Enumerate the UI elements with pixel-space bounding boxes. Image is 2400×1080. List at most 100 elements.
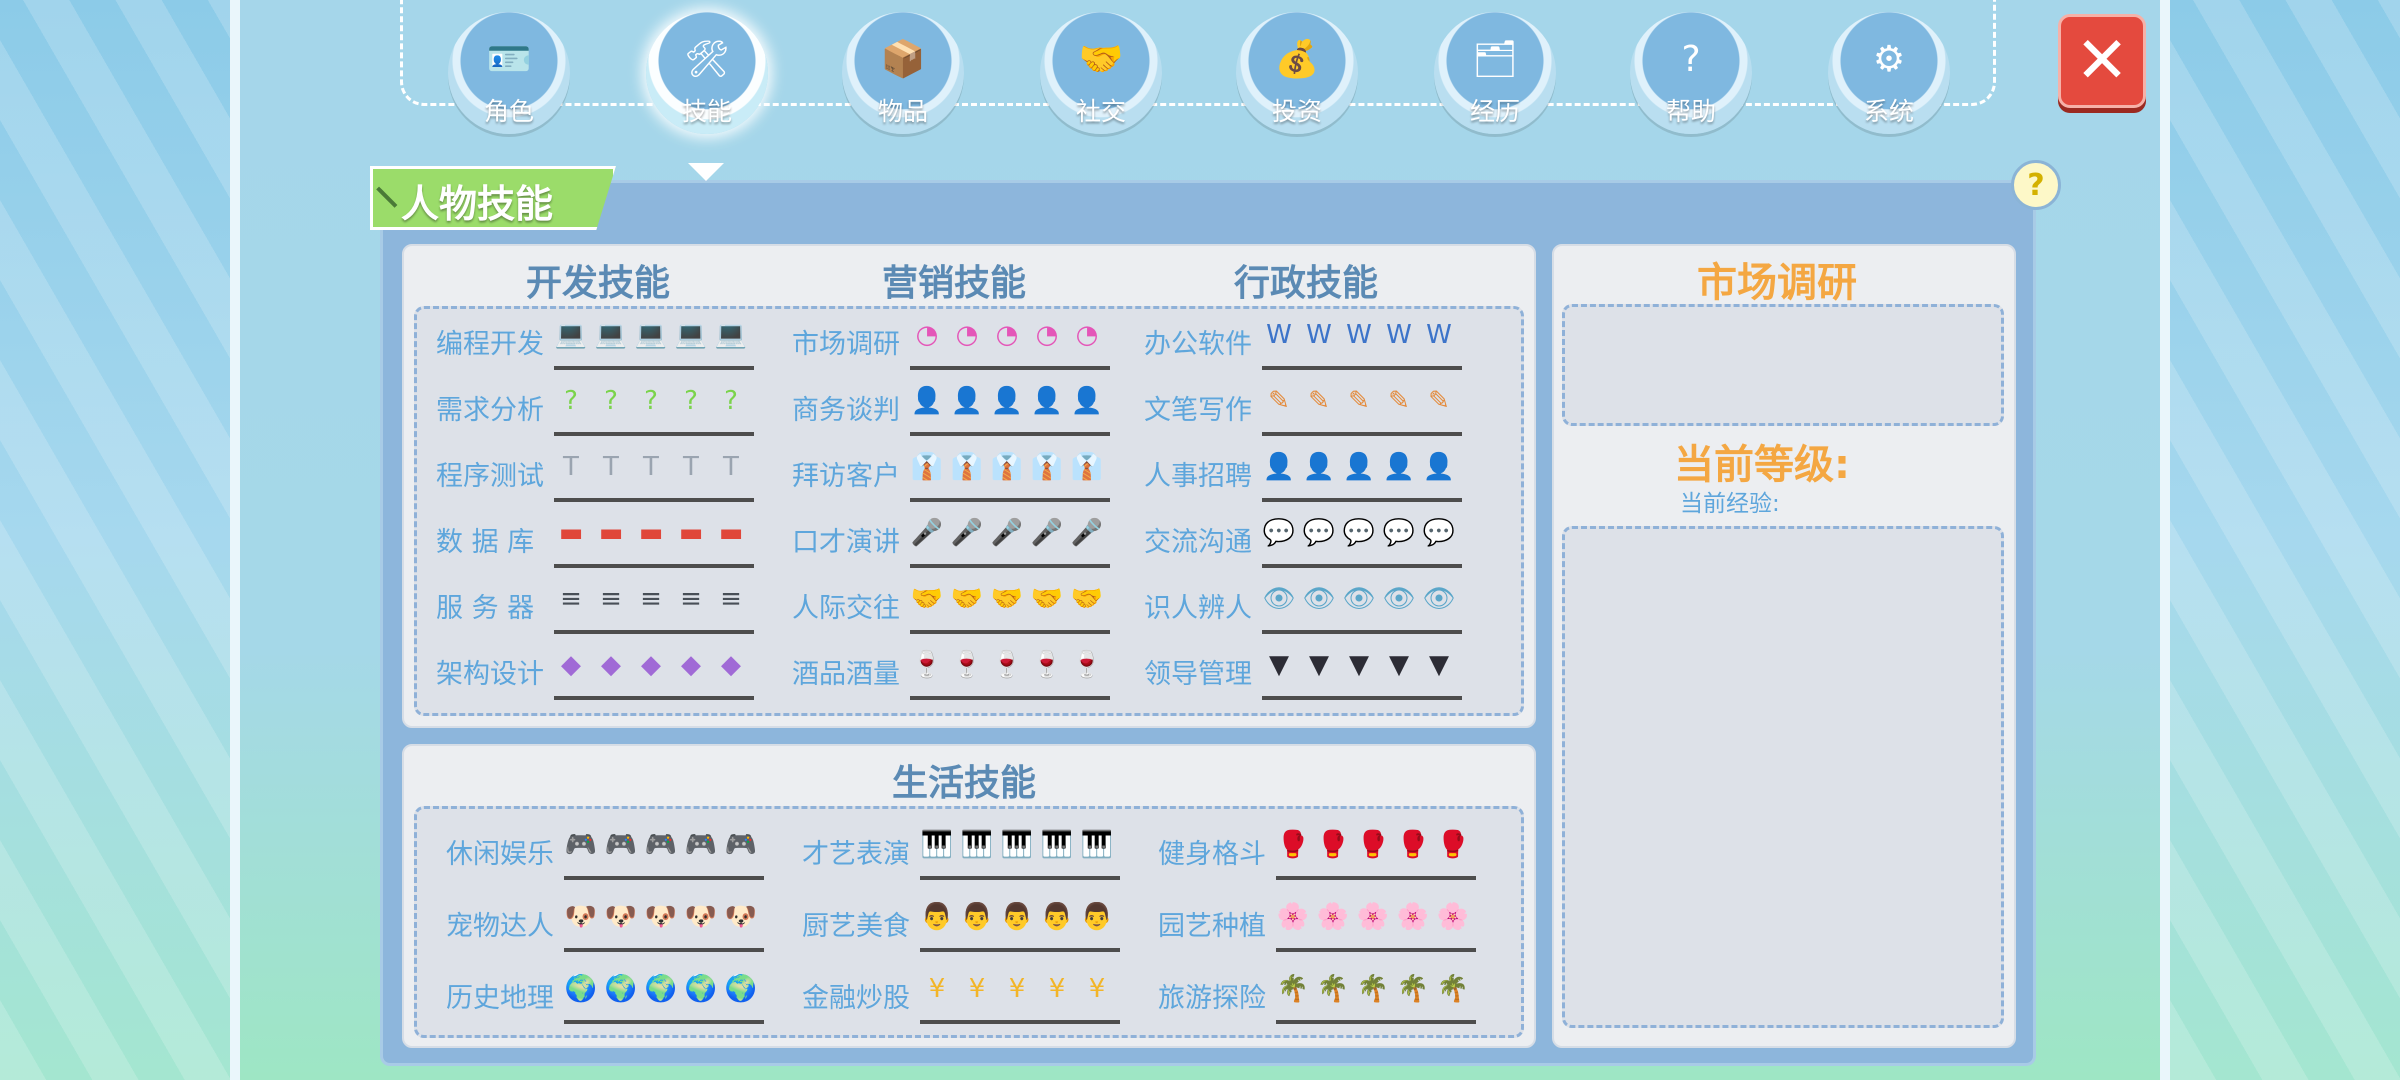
flower-pot-icon: 🌸 xyxy=(1436,902,1470,932)
globe-book-icon: 🌍 xyxy=(604,974,638,1004)
skill-row[interactable]: 园艺种植 🌸 🌸 🌸 🌸 🌸 xyxy=(1158,894,1486,952)
skill-row[interactable]: 口才演讲 🎤 🎤 🎤 🎤 🎤 xyxy=(792,510,1120,568)
chef-hat-icon: 👨 xyxy=(1000,902,1034,932)
skill-bar-divider xyxy=(564,876,764,880)
skill-row[interactable]: 酒品酒量 🍷 🍷 🍷 🍷 🍷 xyxy=(792,642,1120,700)
skill-level-icons: 🌴 🌴 🌴 🌴 🌴 xyxy=(1276,972,1470,1012)
piano-icon: 🎹 xyxy=(1000,830,1034,860)
skill-row[interactable]: 宠物达人 🐶 🐶 🐶 🐶 🐶 xyxy=(446,894,774,952)
history-icon: 🗂 xyxy=(1472,39,1518,80)
active-tab-pointer-icon xyxy=(688,163,724,181)
recruiter-icon: 👤 xyxy=(1262,452,1296,482)
pie-chart-icon: ◔ xyxy=(1035,320,1059,350)
skill-level-icons: 💻 💻 💻 💻 💻 xyxy=(554,318,748,358)
skill-row[interactable]: 拜访客户 👔 👔 👔 👔 👔 xyxy=(792,444,1120,502)
boxing-glove-icon: 🥊 xyxy=(1396,830,1430,860)
globe-book-icon: 🌍 xyxy=(684,974,718,1004)
pug-icon: 🐶 xyxy=(644,902,678,932)
microphone-icon: 🎤 xyxy=(910,518,944,548)
skill-row[interactable]: 办公软件 W W W W W xyxy=(1144,312,1472,370)
skill-bar-divider xyxy=(910,366,1110,370)
skill-level-icons: 💬 💬 💬 💬 💬 xyxy=(1262,516,1456,556)
chat-bubbles-icon: 💬 xyxy=(1422,518,1456,548)
skill-name: 历史地理 xyxy=(446,983,554,1014)
skill-bar-divider xyxy=(910,630,1110,634)
skill-row[interactable]: 休闲娱乐 🎮 🎮 🎮 🎮 🎮 xyxy=(446,822,774,880)
skill-level-icons: 🥊 🥊 🥊 🥊 🥊 xyxy=(1276,828,1470,868)
nav-button-7[interactable]: ? 帮助 xyxy=(1630,12,1752,134)
skill-row[interactable]: 程序测试 T T T T T xyxy=(436,444,764,502)
boxing-glove-icon: 🥊 xyxy=(1316,830,1350,860)
skill-row[interactable]: 才艺表演 🎹 🎹 🎹 🎹 🎹 xyxy=(802,822,1130,880)
question-bubble-icon: ? xyxy=(564,386,578,416)
close-button[interactable]: ✕ xyxy=(2058,14,2146,108)
skill-name: 旅游探险 xyxy=(1158,983,1266,1014)
piano-icon: 🎹 xyxy=(1080,830,1114,860)
pie-chart-icon: ◔ xyxy=(1075,320,1099,350)
skill-row[interactable]: 识人辨人 👁 👁 👁 👁 👁 xyxy=(1144,576,1472,634)
word-doc-icon: W xyxy=(1386,320,1412,350)
skill-row[interactable]: 文笔写作 ✎ ✎ ✎ ✎ ✎ xyxy=(1144,378,1472,436)
nav-label: 社交 xyxy=(1075,97,1126,126)
skill-bar-divider xyxy=(554,366,754,370)
tools-icon: 🛠 xyxy=(684,39,730,80)
server-icon: ≡ xyxy=(600,584,622,614)
microphone-icon: 🎤 xyxy=(950,518,984,548)
word-doc-icon: W xyxy=(1426,320,1452,350)
skill-row[interactable]: 金融炒股 ¥ ¥ ¥ ¥ ¥ xyxy=(802,966,1130,1024)
recruiter-icon: 👤 xyxy=(1302,452,1336,482)
skill-bar-divider xyxy=(920,1020,1120,1024)
skill-row[interactable]: 厨艺美食 👨 👨 👨 👨 👨 xyxy=(802,894,1130,952)
skill-name: 拜访客户 xyxy=(792,461,900,492)
nav-button-4[interactable]: 🤝 社交 xyxy=(1040,12,1162,134)
microphone-icon: 🎤 xyxy=(990,518,1024,548)
handshake-icon: 🤝 xyxy=(990,584,1024,614)
chat-bubbles-icon: 💬 xyxy=(1342,518,1376,548)
skill-level-icons: 👨 👨 👨 👨 👨 xyxy=(920,900,1114,940)
recruiter-icon: 👤 xyxy=(1342,452,1376,482)
nav-button-3[interactable]: 📦 物品 xyxy=(842,12,964,134)
nav-button-8[interactable]: ⚙ 系统 xyxy=(1828,12,1950,134)
left-side-background xyxy=(0,0,240,1080)
skill-row[interactable]: 商务谈判 👤 👤 👤 👤 👤 xyxy=(792,378,1120,436)
palm-island-icon: 🌴 xyxy=(1396,974,1430,1004)
skill-row[interactable]: 人事招聘 👤 👤 👤 👤 👤 xyxy=(1144,444,1472,502)
nav-button-6[interactable]: 🗂 经历 xyxy=(1434,12,1556,134)
handshake-icon: 🤝 xyxy=(1030,584,1064,614)
microphone-icon: 🎤 xyxy=(1030,518,1064,548)
money-bag-icon: ¥ xyxy=(1088,974,1106,1004)
skill-name: 服 务 器 xyxy=(436,593,535,624)
detail-description-box xyxy=(1562,304,2004,426)
wine-icon: 🍷 xyxy=(1030,650,1064,680)
laptop-icon: 💻 xyxy=(594,320,628,350)
skill-row[interactable]: 架构设计 ◆ ◆ ◆ ◆ ◆ xyxy=(436,642,764,700)
nav-button-2[interactable]: 🛠 技能 xyxy=(646,12,768,134)
skill-row[interactable]: 历史地理 🌍 🌍 🌍 🌍 🌍 xyxy=(446,966,774,1024)
handshake-icon: 🤝 xyxy=(910,584,944,614)
visit-client-icon: 👔 xyxy=(1030,452,1064,482)
skill-row[interactable]: 领导管理 ▼ ▼ ▼ ▼ ▼ xyxy=(1144,642,1472,700)
gear-icon: ⚙ xyxy=(1872,38,1906,80)
skill-row[interactable]: 人际交往 🤝 🤝 🤝 🤝 🤝 xyxy=(792,576,1120,634)
nav-label: 投资 xyxy=(1271,97,1322,126)
pug-icon: 🐶 xyxy=(684,902,718,932)
handshake-icon: 🤝 xyxy=(1078,39,1124,80)
laptop-icon: 💻 xyxy=(554,320,588,350)
nav-button-1[interactable]: 🪪 角色 xyxy=(448,12,570,134)
help-icon[interactable]: ? xyxy=(2011,160,2061,210)
negotiation-icon: 👤 xyxy=(1070,386,1104,416)
skill-row[interactable]: 市场调研 ◔ ◔ ◔ ◔ ◔ xyxy=(792,312,1120,370)
skill-row[interactable]: 服 务 器 ≡ ≡ ≡ ≡ ≡ xyxy=(436,576,764,634)
skill-row[interactable]: 需求分析????? xyxy=(436,378,764,436)
nav-button-5[interactable]: 💰 投资 xyxy=(1236,12,1358,134)
skill-bar-divider xyxy=(1262,564,1462,568)
skill-row[interactable]: 交流沟通 💬 💬 💬 💬 💬 xyxy=(1144,510,1472,568)
test-sheet-icon: T xyxy=(563,452,579,482)
skill-row[interactable]: 数 据 库 ▬ ▬ ▬ ▬ ▬ xyxy=(436,510,764,568)
skill-level-icons: ▼ ▼ ▼ ▼ ▼ xyxy=(1262,648,1456,688)
skill-row[interactable]: 编程开发 💻 💻 💻 💻 💻 xyxy=(436,312,764,370)
gamepad-icon: 🎮 xyxy=(644,830,678,860)
skill-row[interactable]: 健身格斗 🥊 🥊 🥊 🥊 🥊 xyxy=(1158,822,1486,880)
piano-icon: 🎹 xyxy=(920,830,954,860)
skill-row[interactable]: 旅游探险 🌴 🌴 🌴 🌴 🌴 xyxy=(1158,966,1486,1024)
